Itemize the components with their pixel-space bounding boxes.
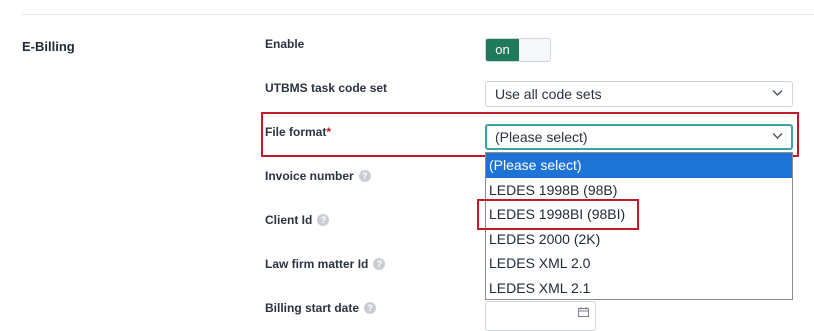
dropdown-option-ledes-xml-2-1[interactable]: LEDES XML 2.1 — [486, 276, 792, 301]
utbms-select-value: Use all code sets — [495, 86, 602, 102]
client-id-label-text: Client Id — [265, 213, 313, 227]
help-icon[interactable]: ? — [358, 170, 371, 182]
section-divider — [22, 14, 814, 15]
billing-start-date-label: Billing start date? — [265, 301, 377, 315]
billing-start-date-input[interactable] — [485, 301, 596, 331]
help-icon[interactable]: ? — [364, 302, 377, 314]
law-firm-matter-id-label: Law firm matter Id? — [265, 257, 386, 271]
help-icon[interactable]: ? — [373, 258, 386, 270]
help-icon[interactable]: ? — [317, 214, 330, 226]
law-firm-matter-id-label-text: Law firm matter Id — [265, 257, 369, 271]
chevron-down-icon — [772, 90, 783, 96]
enable-toggle[interactable]: on — [485, 38, 551, 62]
invoice-number-label-text: Invoice number — [265, 169, 354, 183]
file-format-row-highlight — [261, 112, 799, 157]
utbms-label: UTBMS task code set — [265, 81, 388, 95]
enable-label: Enable — [265, 37, 305, 51]
utbms-select[interactable]: Use all code sets — [485, 81, 793, 107]
section-title: E-Billing — [22, 39, 75, 54]
toggle-on-state: on — [486, 39, 519, 61]
billing-start-date-label-text: Billing start date — [265, 301, 360, 315]
dropdown-option-ledes-2000[interactable]: LEDES 2000 (2K) — [486, 227, 792, 252]
dropdown-option-ledes-xml-2-0[interactable]: LEDES XML 2.0 — [486, 251, 792, 276]
option-ledes-1998bi-highlight — [477, 199, 639, 230]
calendar-icon[interactable] — [578, 307, 589, 317]
invoice-number-label: Invoice number? — [265, 169, 371, 183]
dropdown-option-please-select[interactable]: (Please select) — [486, 153, 792, 178]
client-id-label: Client Id? — [265, 213, 330, 227]
